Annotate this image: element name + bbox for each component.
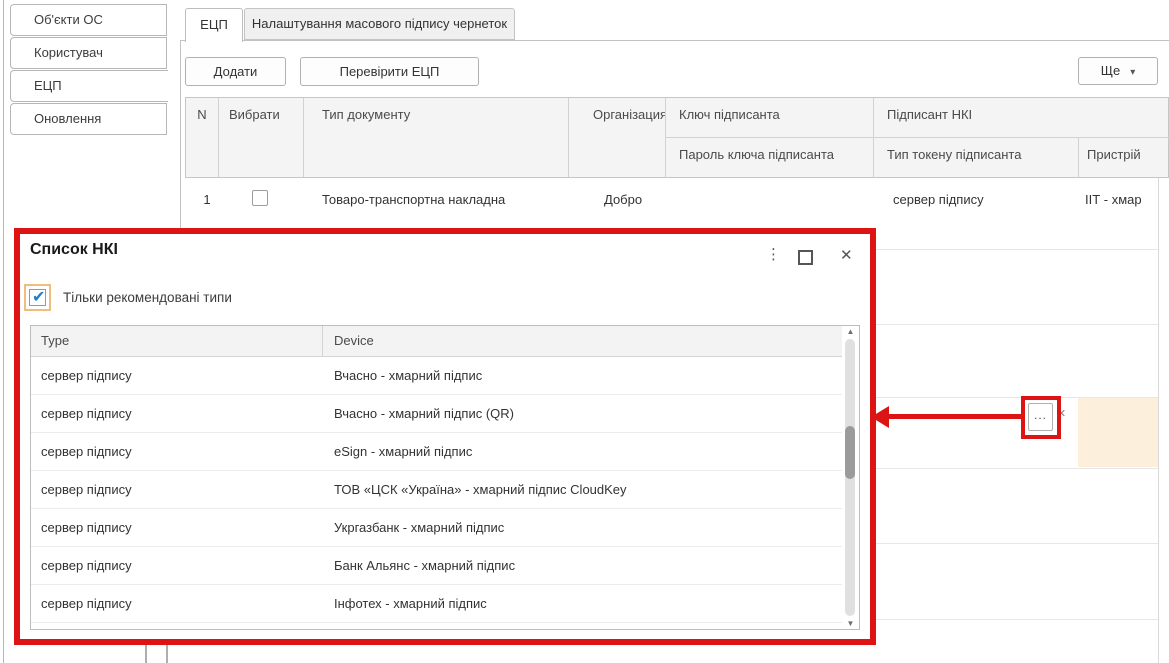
more-button[interactable]: Ще ▾ (1078, 57, 1158, 85)
scrollbar-thumb[interactable] (845, 426, 855, 479)
tab-mass-signing-settings[interactable]: Налаштування масового підпису чернеток (244, 8, 515, 40)
device-cell: ТОВ «ЦСК «Україна» - хмарний підпис Clou… (323, 482, 859, 497)
nki-table-body: сервер підпису Вчасно - хмарний підпис с… (31, 357, 859, 623)
type-cell: сервер підпису (31, 558, 323, 573)
device-cell: Укргазбанк - хмарний підпис (323, 520, 859, 535)
more-button-label: Ще (1101, 63, 1120, 78)
sidebar-item-updates[interactable]: Оновлення (10, 103, 167, 135)
maximize-icon[interactable] (798, 250, 813, 265)
org-cell[interactable]: Добро (604, 190, 684, 210)
device-cell[interactable]: ІІТ - хмар (1085, 190, 1158, 210)
scroll-down-icon[interactable]: ▼ (842, 619, 859, 628)
column-header-device: Device (323, 326, 859, 356)
recommended-types-checkbox[interactable]: ✔ (24, 284, 51, 311)
nki-table: Type Device сервер підпису Вчасно - хмар… (30, 325, 860, 630)
device-cell-editing[interactable] (1078, 398, 1158, 467)
type-cell: сервер підпису (31, 406, 323, 421)
row-number: 1 (197, 190, 217, 210)
device-cell: Банк Альянс - хмарний підпис (323, 558, 859, 573)
recommended-types-label: Тільки рекомендовані типи (63, 290, 232, 305)
type-cell: сервер підпису (31, 482, 323, 497)
add-button[interactable]: Додати (185, 57, 286, 86)
column-header-n: N (186, 98, 219, 177)
column-header-select: Вибрати (219, 98, 304, 177)
column-header-signer-nki: Підписант НКІ (874, 98, 1169, 138)
list-item[interactable]: сервер підпису eSign - хмарний підпис (31, 433, 859, 471)
list-item[interactable]: сервер підпису Вчасно - хмарний підпис (31, 357, 859, 395)
close-icon[interactable]: ✕ (840, 246, 853, 264)
panel-border (180, 40, 181, 228)
sidebar-item-objects-os[interactable]: Об'єкти ОС (10, 4, 167, 36)
panel-border (180, 40, 1169, 41)
dialog-title: Список НКІ (30, 241, 118, 259)
column-header-token-type: Тип токену підписанта (874, 138, 1079, 177)
sidebar-item-ecp[interactable]: ЕЦП (10, 70, 168, 102)
column-header-key-password: Пароль ключа підписанта (666, 138, 874, 177)
column-header-key: Ключ підписанта (666, 98, 874, 138)
annotation-arrow-head (871, 406, 889, 428)
window-left-border (3, 0, 4, 663)
nki-list-dialog: Список НКІ ⋮ ✕ ✔ Тільки рекомендовані ти… (14, 228, 876, 645)
verify-ecp-button[interactable]: Перевірити ЕЦП (300, 57, 479, 86)
list-item[interactable]: сервер підпису Вчасно - хмарний підпис (… (31, 395, 859, 433)
column-header-type: Type (31, 326, 323, 356)
window-more-icon[interactable]: ⋮ (766, 245, 781, 263)
column-header-org: Організация (569, 98, 666, 177)
list-item[interactable]: сервер підпису Банк Альянс - хмарний під… (31, 547, 859, 585)
type-cell: сервер підпису (31, 444, 323, 459)
device-cell: Інфотех - хмарний підпис (323, 596, 859, 611)
chevron-down-icon: ▾ (1130, 67, 1135, 78)
type-cell: сервер підпису (31, 368, 323, 383)
list-item[interactable]: сервер підпису ТОВ «ЦСК «Україна» - хмар… (31, 471, 859, 509)
table-header: N Вибрати Тип документу Організация Ключ… (185, 97, 1169, 178)
device-cell: Вчасно - хмарний підпис (QR) (323, 406, 859, 421)
scrollbar[interactable]: ▲ ▼ (842, 326, 859, 629)
tab-ecp[interactable]: ЕЦП (185, 8, 243, 42)
device-cell: Вчасно - хмарний підпис (323, 368, 859, 383)
table-right-border (1158, 178, 1159, 663)
nki-table-header: Type Device (31, 326, 859, 357)
type-cell: сервер підпису (31, 520, 323, 535)
divider (145, 645, 147, 663)
scroll-up-icon[interactable]: ▲ (842, 327, 859, 336)
divider (166, 645, 168, 663)
type-cell: сервер підпису (31, 596, 323, 611)
list-item[interactable]: сервер підпису Укргазбанк - хмарний підп… (31, 509, 859, 547)
column-header-device: Пристрій (1079, 138, 1169, 177)
token-type-cell[interactable]: сервер підпису (893, 190, 1073, 210)
sidebar-item-user[interactable]: Користувач (10, 37, 167, 69)
column-header-doc-type: Тип документу (304, 98, 569, 177)
annotation-arrow-line (888, 414, 1022, 419)
device-cell: eSign - хмарний підпис (323, 444, 859, 459)
row-select-checkbox[interactable] (252, 190, 268, 206)
list-item[interactable]: сервер підпису Інфотех - хмарний підпис (31, 585, 859, 623)
doc-type-cell[interactable]: Товаро-транспортна накладна (322, 190, 562, 210)
check-icon: ✔ (32, 287, 45, 307)
annotation-box (1021, 396, 1061, 439)
checkbox-box: ✔ (29, 289, 46, 306)
